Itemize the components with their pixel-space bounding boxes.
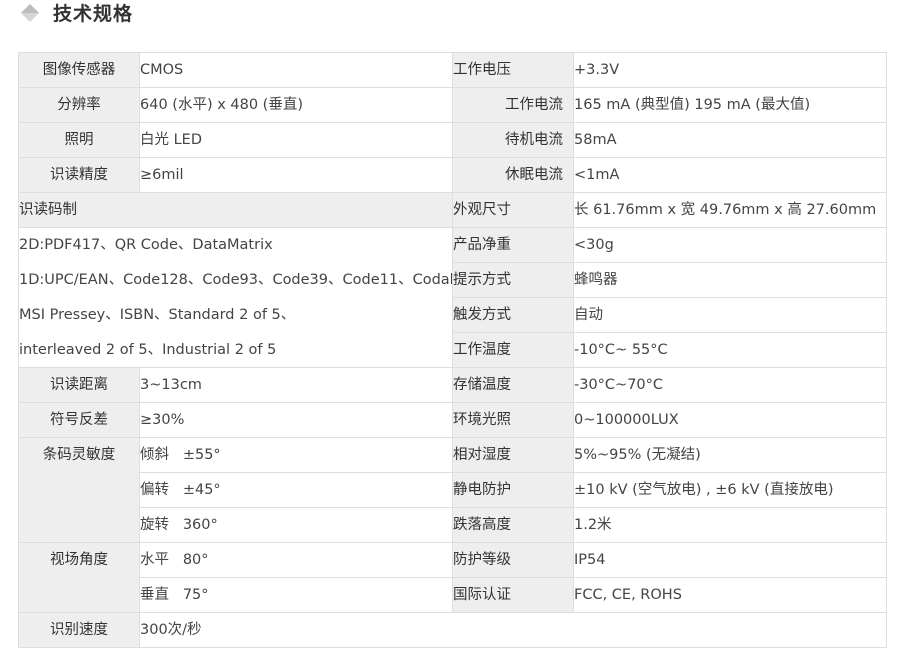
symbology-line: interleaved 2 of 5、Industrial 2 of 5 [18, 332, 453, 368]
spec-value: 白光 LED [139, 122, 453, 158]
spec-value: 水平 80° [139, 542, 453, 578]
spec-value: +3.3V [573, 52, 887, 88]
spec-label: 外观尺寸 [452, 192, 574, 228]
spec-value: 旋转 360° [139, 507, 453, 543]
table-row: 识读距离 3~13cm 存储温度 -30°C~70°C [18, 367, 887, 403]
view-angle-value: 垂直 75° [140, 587, 209, 603]
spec-label: 相对湿度 [452, 437, 574, 473]
spec-label: 识别速度 [18, 612, 140, 648]
table-row: 垂直 75° 国际认证 FCC, CE, ROHS [19, 577, 887, 613]
spec-value: FCC, CE, ROHS [573, 577, 887, 613]
spec-label: 产品净重 [452, 227, 574, 263]
spec-value: 长 61.76mm x 宽 49.76mm x 高 27.60mm [573, 192, 887, 228]
spec-label: 图像传感器 [18, 52, 140, 88]
spec-value: 640 (水平) x 480 (垂直) [139, 87, 453, 123]
table-row: 偏转 ±45° 静电防护 ±10 kV (空气放电) , ±6 kV (直接放电… [19, 472, 887, 508]
page-title: 技术规格 [53, 3, 134, 25]
spec-value: 0~100000LUX [573, 402, 887, 438]
spec-label: 待机电流 [452, 122, 574, 158]
spec-label: 国际认证 [452, 577, 574, 613]
spec-value: IP54 [573, 542, 887, 578]
table-row: MSI Pressey、ISBN、Standard 2 of 5、 触发方式 自… [18, 297, 887, 333]
spec-value: -30°C~70°C [573, 367, 887, 403]
spec-value: ≥30% [139, 402, 453, 438]
spec-value: 1.2米 [573, 507, 887, 543]
section-header: 技术规格 [0, 0, 900, 30]
spec-value: -10°C~ 55°C [573, 332, 887, 368]
spec-label: 视场角度 [18, 542, 140, 613]
table-row: 识别速度 300次/秒 [18, 612, 887, 648]
spec-label: 环境光照 [452, 402, 574, 438]
spec-label: 工作温度 [452, 332, 574, 368]
table-row: 视场角度 水平 80° 防护等级 IP54 [18, 542, 887, 613]
table-row: 旋转 360° 跌落高度 1.2米 [19, 507, 887, 543]
sensitivity-value: 旋转 360° [140, 517, 218, 533]
spec-value: ≥6mil [139, 157, 453, 193]
spec-label: 防护等级 [452, 542, 574, 578]
spec-value: 偏转 ±45° [139, 472, 453, 508]
spec-label: 工作电流 [452, 87, 574, 123]
spec-label: 存储温度 [452, 367, 574, 403]
spec-label: 识读精度 [18, 157, 140, 193]
spec-label: 工作电压 [452, 52, 574, 88]
spec-value: CMOS [139, 52, 453, 88]
table-row: interleaved 2 of 5、Industrial 2 of 5 工作温… [18, 332, 887, 368]
spec-value: ±10 kV (空气放电) , ±6 kV (直接放电) [573, 472, 887, 508]
table-row: 分辨率 640 (水平) x 480 (垂直) 工作电流 165 mA (典型值… [18, 87, 887, 123]
table-row: 图像传感器 CMOS 工作电压 +3.3V [18, 52, 887, 88]
symbology-line: 2D:PDF417、QR Code、DataMatrix [18, 227, 453, 263]
spec-label: 符号反差 [18, 402, 140, 438]
view-angle-value: 水平 80° [140, 552, 209, 568]
spec-label: 触发方式 [452, 297, 574, 333]
table-row: 符号反差 ≥30% 环境光照 0~100000LUX [18, 402, 887, 438]
spec-label: 分辨率 [18, 87, 140, 123]
table-row: 识读码制 外观尺寸 长 61.76mm x 宽 49.76mm x 高 27.6… [18, 192, 887, 228]
spec-value: 蜂鸣器 [573, 262, 887, 298]
symbology-line: 1D:UPC/EAN、Code128、Code93、Code39、Code11、… [18, 262, 453, 298]
spec-value: 倾斜 ±55° [139, 437, 453, 473]
spec-label: 静电防护 [452, 472, 574, 508]
spec-label: 条码灵敏度 [18, 437, 140, 543]
spec-label: 识读距离 [18, 367, 140, 403]
spec-value: 58mA [573, 122, 887, 158]
sensitivity-value: 倾斜 ±55° [140, 447, 221, 463]
spec-label: 提示方式 [452, 262, 574, 298]
spec-value: 5%~95% (无凝结) [573, 437, 887, 473]
spec-value: 自动 [573, 297, 887, 333]
spec-label: 跌落高度 [452, 507, 574, 543]
spec-value: <30g [573, 227, 887, 263]
table-row: 照明 白光 LED 待机电流 58mA [18, 122, 887, 158]
table-row: 识读精度 ≥6mil 休眠电流 <1mA [18, 157, 887, 193]
diamond-icon [21, 4, 39, 22]
sensitivity-value: 偏转 ±45° [140, 482, 221, 498]
spec-value: 垂直 75° [139, 577, 453, 613]
spec-value: 3~13cm [139, 367, 453, 403]
spec-label: 休眠电流 [452, 157, 574, 193]
spec-label: 照明 [18, 122, 140, 158]
spec-value: 165 mA (典型值) 195 mA (最大值) [573, 87, 887, 123]
spec-value: <1mA [573, 157, 887, 193]
spec-label: 识读码制 [18, 192, 453, 228]
spec-value: 300次/秒 [139, 612, 887, 648]
table-row: 1D:UPC/EAN、Code128、Code93、Code39、Code11、… [18, 262, 887, 298]
spec-table: 图像传感器 CMOS 工作电压 +3.3V 分辨率 640 (水平) x 480… [18, 52, 887, 648]
table-row: 条码灵敏度 倾斜 ±55° 相对湿度 5%~95% (无凝结) [18, 437, 887, 543]
table-row: 2D:PDF417、QR Code、DataMatrix 产品净重 <30g [18, 227, 887, 263]
symbology-line: MSI Pressey、ISBN、Standard 2 of 5、 [18, 297, 453, 333]
